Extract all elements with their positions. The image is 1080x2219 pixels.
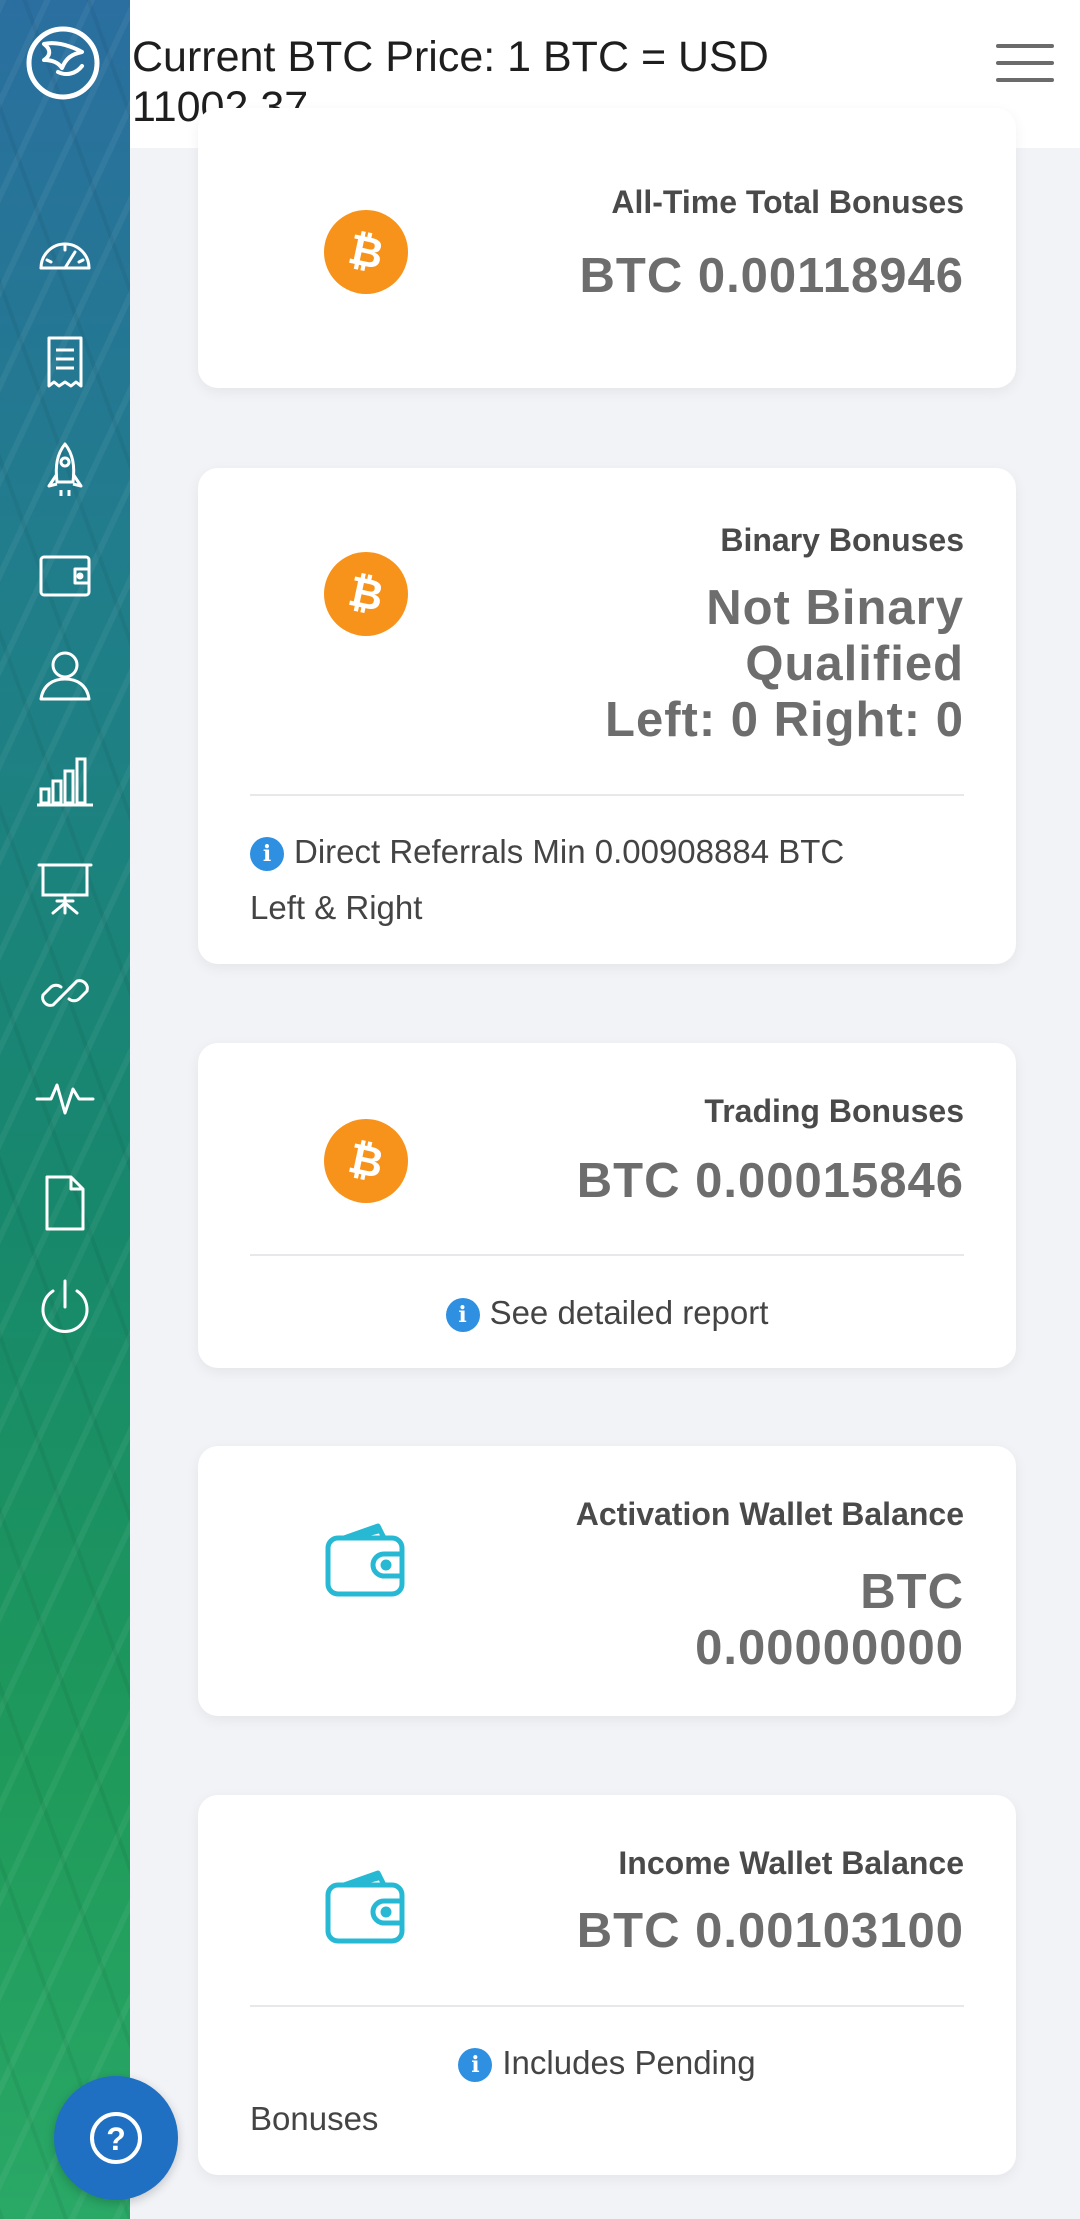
- trading-bonuses-card: ₿ Trading Bonuses BTC 0.00015846 i See de…: [198, 1043, 1016, 1368]
- wallet-icon: [39, 555, 91, 597]
- bitcoin-icon: ₿: [324, 1119, 408, 1203]
- document-icon: [45, 1175, 85, 1231]
- hamburger-menu-button[interactable]: [990, 36, 1060, 92]
- info-icon: i: [250, 837, 284, 872]
- help-button[interactable]: ?: [54, 2076, 178, 2200]
- menu-bar: [996, 61, 1054, 65]
- bitcoin-icon: ₿: [324, 210, 408, 294]
- binary-bonuses-card: ₿ Binary Bonuses Not Binary Qualified Le…: [198, 468, 1016, 964]
- svg-text:?: ?: [106, 2121, 126, 2157]
- logo-icon[interactable]: [22, 22, 104, 104]
- activation-wallet-card: Activation Wallet Balance BTC 0.00000000: [198, 1446, 1016, 1716]
- card-divider: [250, 1254, 964, 1256]
- menu-bar: [996, 78, 1054, 82]
- question-icon: ?: [90, 2112, 142, 2164]
- binary-note-line2: Left & Right: [250, 889, 423, 926]
- sidebar: [0, 0, 130, 2219]
- binary-status-line2: Qualified: [745, 637, 964, 691]
- nav-dashboard[interactable]: [30, 219, 100, 289]
- card-label: Activation Wallet Balance: [575, 1496, 964, 1532]
- nav-reports[interactable]: [30, 746, 100, 816]
- income-note-line2: Bonuses: [250, 2100, 379, 2137]
- card-label: Trading Bonuses: [704, 1093, 964, 1129]
- rocket-icon: [47, 442, 83, 496]
- activation-value-line1: BTC: [860, 1565, 964, 1619]
- power-icon: [41, 1279, 89, 1333]
- card-label: Binary Bonuses: [720, 522, 964, 558]
- nav-launch[interactable]: [30, 435, 100, 505]
- nav-transactions[interactable]: [30, 327, 100, 397]
- info-icon: i: [458, 2048, 493, 2083]
- binary-note-line1: i Direct Referrals Min 0.00908884 BTC: [250, 824, 844, 880]
- nav-profile[interactable]: [30, 640, 100, 710]
- speedometer-icon: [39, 242, 91, 270]
- presentation-icon: [37, 863, 93, 915]
- binary-left-right: Left: 0 Right: 0: [605, 693, 964, 747]
- bar-chart-icon: [37, 757, 93, 807]
- card-label: All-Time Total Bonuses: [611, 184, 964, 220]
- pulse-icon: [35, 1083, 95, 1115]
- card-value: BTC 0.00103100: [576, 1904, 964, 1958]
- nav-wallet[interactable]: [30, 540, 100, 610]
- card-value: BTC 0.00015846: [576, 1154, 964, 1208]
- card-label: Income Wallet Balance: [618, 1845, 964, 1881]
- wallet-icon: [325, 1523, 405, 1597]
- income-note-line1: i Includes Pending: [198, 2035, 1016, 2091]
- user-icon: [39, 651, 91, 701]
- link-icon: [41, 979, 89, 1007]
- income-wallet-card: Income Wallet Balance BTC 0.00103100 i In…: [198, 1795, 1016, 2175]
- activation-value-line2: 0.00000000: [695, 1621, 964, 1675]
- nav-activity[interactable]: [30, 1062, 100, 1132]
- menu-bar: [996, 44, 1054, 48]
- nav-documents[interactable]: [30, 1168, 100, 1238]
- binary-status-line1: Not Binary: [706, 581, 964, 635]
- receipt-icon: [47, 336, 83, 388]
- nav-referral-link[interactable]: [30, 958, 100, 1028]
- info-icon: i: [445, 1298, 480, 1333]
- bitcoin-icon: ₿: [324, 552, 408, 636]
- card-divider: [250, 2005, 964, 2007]
- nav-logout[interactable]: [30, 1272, 100, 1342]
- wallet-icon: [325, 1870, 405, 1944]
- card-divider: [250, 794, 964, 796]
- card-value: BTC 0.00118946: [579, 249, 964, 303]
- all-time-bonuses-card: ₿ All-Time Total Bonuses BTC 0.00118946: [198, 108, 1016, 388]
- see-detailed-report-link[interactable]: i See detailed report: [198, 1285, 1016, 1341]
- nav-presentation[interactable]: [30, 852, 100, 922]
